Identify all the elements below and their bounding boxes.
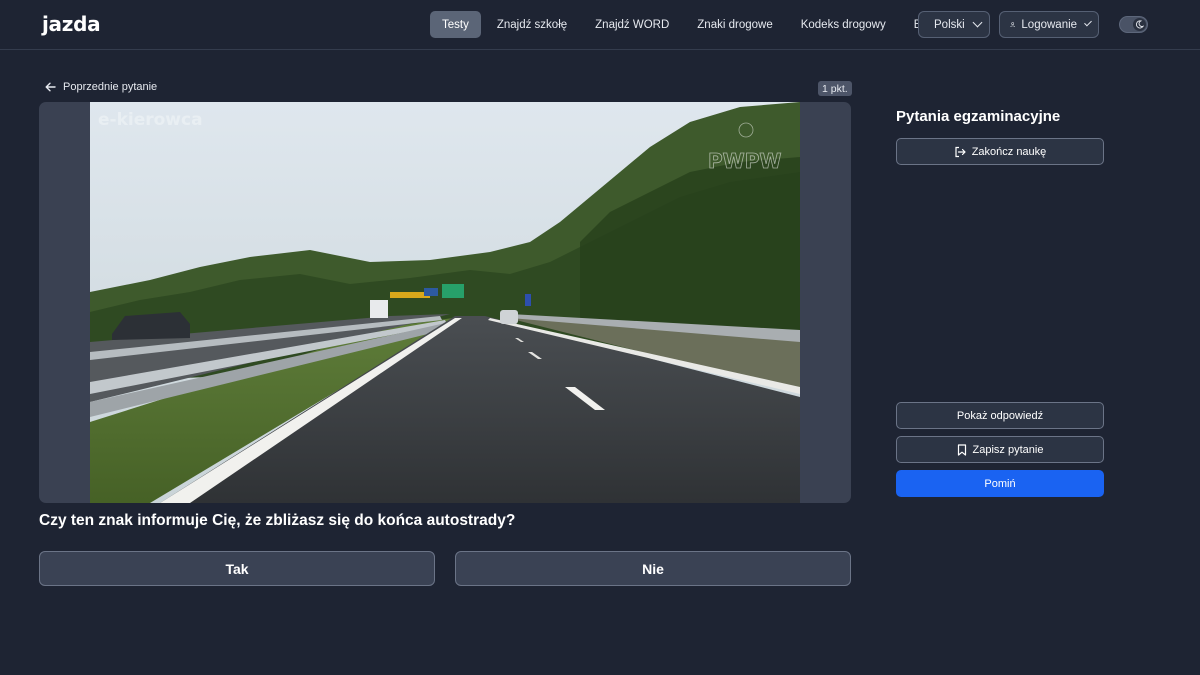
previous-question-link[interactable]: Poprzednie pytanie (45, 81, 157, 93)
logo-text: jazda (42, 12, 101, 36)
previous-question-label: Poprzednie pytanie (63, 81, 158, 93)
sidebar-title: Pytania egzaminacyjne (896, 108, 1061, 125)
login-dropdown[interactable]: Logowanie (999, 11, 1099, 38)
bookmark-icon (957, 443, 966, 456)
moon-icon (1135, 20, 1144, 29)
chevron-down-icon (1084, 18, 1092, 27)
nav-road-code[interactable]: Kodeks drogowy (789, 11, 898, 38)
arrow-left-icon (45, 82, 56, 92)
language-label: Polski (934, 18, 965, 31)
watermark-pwpw: PWPW (708, 149, 781, 173)
answer-yes-button[interactable]: Tak (39, 551, 435, 586)
nav-road-signs[interactable]: Znaki drogowe (685, 11, 784, 38)
user-icon (1010, 22, 1015, 28)
show-answer-label: Pokaż odpowiedź (956, 409, 1044, 422)
language-select[interactable]: Polski (918, 11, 990, 38)
nav-testy[interactable]: Testy (430, 11, 481, 38)
question-media: e-kierowca PWPW (39, 102, 851, 503)
finish-learning-label: Zakończ naukę (971, 145, 1047, 158)
points-badge: 1 pkt. (818, 81, 852, 96)
skip-label: Pomiń (984, 477, 1016, 490)
save-question-label: Zapisz pytanie (972, 443, 1044, 456)
nav-find-school[interactable]: Znajdź szkołę (485, 11, 579, 38)
toggle-knob (1133, 18, 1146, 31)
watermark-e-kierowca: e-kierowca (98, 110, 203, 130)
main-nav: Testy Znajdź szkołę Znajdź WORD Znaki dr… (430, 11, 949, 38)
answer-no-button[interactable]: Nie (455, 551, 851, 586)
save-question-button[interactable]: Zapisz pytanie (896, 436, 1104, 463)
skip-button[interactable]: Pomiń (896, 470, 1104, 497)
nav-find-word[interactable]: Znajdź WORD (583, 11, 681, 38)
chevron-down-icon (972, 17, 983, 28)
question-text: Czy ten znak informuje Cię, że zbliżasz … (39, 512, 516, 529)
show-answer-button[interactable]: Pokaż odpowiedź (896, 402, 1104, 429)
logo[interactable]: jazda (42, 12, 101, 36)
logout-icon (955, 146, 966, 157)
login-label: Logowanie (1021, 18, 1078, 31)
finish-learning-button[interactable]: Zakończ naukę (896, 138, 1104, 165)
theme-toggle[interactable] (1119, 16, 1148, 33)
top-header: jazda Testy Znajdź szkołę Znajdź WORD Zn… (0, 0, 1200, 50)
road-scene-image: e-kierowca PWPW (90, 102, 800, 503)
